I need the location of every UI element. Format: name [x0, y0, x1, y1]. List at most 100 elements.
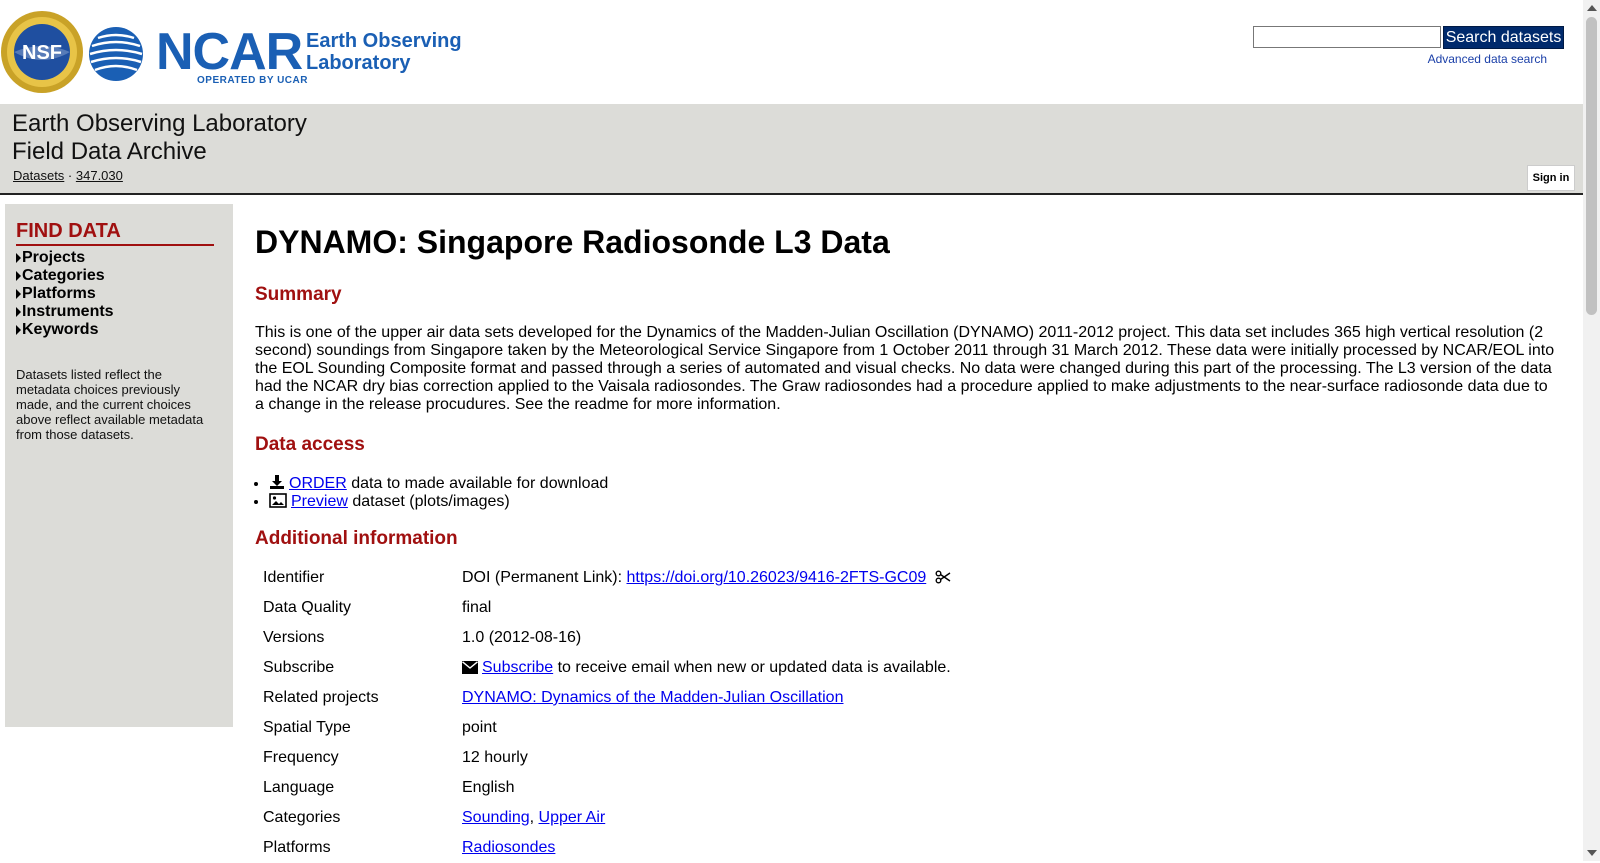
quality-value: final — [462, 599, 492, 616]
caret-right-icon — [16, 271, 21, 281]
language-label: Language — [263, 779, 335, 796]
find-data-heading: FIND DATA — [16, 220, 214, 246]
facet-label: Keywords — [22, 321, 99, 338]
envelope-icon — [462, 661, 478, 674]
caret-right-icon — [16, 289, 21, 299]
data-access-list: ORDER data to made available for downloa… — [255, 474, 608, 511]
ncar-globe-icon — [89, 27, 143, 81]
breadcrumb-datasets-link[interactable]: Datasets — [13, 168, 64, 183]
download-icon — [270, 475, 284, 489]
ncar-logo-text[interactable]: NCAR — [156, 24, 303, 80]
frequency-label: Frequency — [263, 749, 339, 766]
archive-banner: Earth Observing Laboratory Field Data Ar… — [0, 104, 1583, 195]
identifier-label: Identifier — [263, 569, 325, 586]
facet-list: Projects Categories Platforms Instrument… — [16, 249, 114, 339]
archive-title: Earth Observing Laboratory Field Data Ar… — [12, 110, 307, 166]
additional-info-table: Identifier DOI (Permanent Link): https:/… — [255, 563, 1355, 863]
additional-info-heading: Additional information — [255, 528, 458, 549]
sign-in-button[interactable]: Sign in — [1527, 165, 1575, 191]
category-link-upper-air[interactable]: Upper Air — [539, 809, 606, 826]
order-item: ORDER data to made available for downloa… — [269, 474, 608, 493]
frequency-value: 12 hourly — [462, 749, 528, 766]
table-row: Identifier DOI (Permanent Link): https:/… — [255, 563, 1355, 593]
categories-value: Sounding, Upper Air — [454, 803, 1355, 833]
breadcrumb-dataset-id-link[interactable]: 347.030 — [76, 168, 123, 183]
caret-right-icon — [16, 325, 21, 335]
related-projects-value: DYNAMO: Dynamics of the Madden-Julian Os… — [454, 683, 1355, 713]
find-data-sidebar: FIND DATA Projects Categories Platforms … — [5, 204, 233, 727]
facet-projects[interactable]: Projects — [16, 249, 114, 267]
versions-value: 1.0 (2012-08-16) — [462, 629, 582, 646]
facet-label: Categories — [22, 267, 105, 284]
nsf-logo[interactable]: NSF — [0, 10, 84, 94]
breadcrumb: Datasets · 347.030 — [13, 168, 123, 183]
data-access-heading: Data access — [255, 434, 365, 455]
quality-label: Data Quality — [263, 599, 352, 616]
facet-keywords[interactable]: Keywords — [16, 321, 114, 339]
archive-title-line2: Field Data Archive — [12, 138, 207, 165]
table-row: Related projects DYNAMO: Dynamics of the… — [255, 683, 1355, 713]
scrollbar-thumb[interactable] — [1586, 17, 1597, 315]
facet-instruments[interactable]: Instruments — [16, 303, 114, 321]
platforms-label: Platforms — [263, 839, 331, 856]
category-link-sounding[interactable]: Sounding — [462, 809, 530, 826]
advanced-search-link[interactable]: Advanced data search — [1428, 52, 1547, 66]
preview-item: Preview dataset (plots/images) — [269, 493, 608, 511]
facet-label: Platforms — [22, 285, 96, 302]
preview-text: dataset (plots/images) — [347, 493, 510, 510]
image-icon — [269, 493, 287, 508]
subscribe-label: Subscribe — [263, 659, 335, 676]
project-link[interactable]: DYNAMO: Dynamics of the Madden-Julian Os… — [462, 689, 843, 706]
sidebar-note: Datasets listed reflect the metadata cho… — [16, 367, 204, 442]
eol-logo-line1: Earth Observing — [306, 30, 462, 52]
summary-heading: Summary — [255, 284, 342, 305]
table-row: Frequency 12 hourly — [255, 743, 1355, 773]
identifier-value: DOI (Permanent Link): https://doi.org/10… — [454, 563, 1355, 593]
subscribe-value: Subscribe to receive email when new or u… — [454, 653, 1355, 683]
caret-right-icon — [16, 253, 21, 263]
spatial-type-label: Spatial Type — [263, 719, 351, 736]
categories-label: Categories — [263, 809, 341, 826]
order-link[interactable]: ORDER — [289, 475, 347, 492]
subscribe-text: to receive email when new or updated dat… — [553, 659, 951, 676]
doi-link[interactable]: https://doi.org/10.26023/9416-2FTS-GC09 — [627, 569, 927, 586]
platform-link-radiosondes[interactable]: Radiosondes — [462, 839, 555, 856]
table-row: Language English — [255, 773, 1355, 803]
eol-logo-line2: Laboratory — [306, 52, 411, 74]
ncar-operated-by: OPERATED BY UCAR — [197, 75, 308, 86]
related-projects-label: Related projects — [263, 689, 379, 706]
scroll-up-arrow-icon[interactable] — [1587, 5, 1597, 11]
table-row: Platforms Radiosondes — [255, 833, 1355, 863]
caret-right-icon — [16, 307, 21, 317]
archive-title-line1: Earth Observing Laboratory — [12, 110, 307, 137]
search-datasets-button[interactable]: Search datasets — [1443, 26, 1564, 49]
dataset-title: DYNAMO: Singapore Radiosonde L3 Data — [255, 224, 890, 260]
identifier-prefix: DOI (Permanent Link): — [462, 569, 627, 586]
table-row: Spatial Type point — [255, 713, 1355, 743]
site-header: NSF NCAR OPERATED BY UCAR Earth Observin… — [0, 0, 1583, 104]
language-value: English — [462, 779, 515, 796]
table-row: Data Quality final — [255, 593, 1355, 623]
versions-label: Versions — [263, 629, 325, 646]
nsf-logo-text: NSF — [22, 42, 62, 64]
category-separator: , — [529, 809, 539, 826]
table-row: Categories Sounding, Upper Air — [255, 803, 1355, 833]
platforms-value: Radiosondes — [454, 833, 1355, 863]
summary-text: This is one of the upper air data sets d… — [255, 324, 1555, 413]
spatial-type-value: point — [462, 719, 497, 736]
order-text: data to made available for download — [346, 475, 609, 492]
scissors-icon[interactable] — [935, 570, 951, 584]
subscribe-link[interactable]: Subscribe — [482, 659, 553, 676]
table-row: Versions 1.0 (2012-08-16) — [255, 623, 1355, 653]
preview-link[interactable]: Preview — [291, 493, 348, 510]
page-scrollbar[interactable] — [1583, 0, 1600, 861]
facet-label: Projects — [22, 249, 86, 266]
eol-logo-text[interactable]: Earth Observing Laboratory — [306, 30, 462, 74]
table-row: Subscribe Subscribe to receive email whe… — [255, 653, 1355, 683]
search-input[interactable] — [1253, 26, 1441, 48]
facet-categories[interactable]: Categories — [16, 267, 114, 285]
breadcrumb-separator: · — [64, 168, 76, 183]
facet-platforms[interactable]: Platforms — [16, 285, 114, 303]
scroll-down-arrow-icon[interactable] — [1587, 850, 1597, 856]
facet-label: Instruments — [22, 303, 114, 320]
